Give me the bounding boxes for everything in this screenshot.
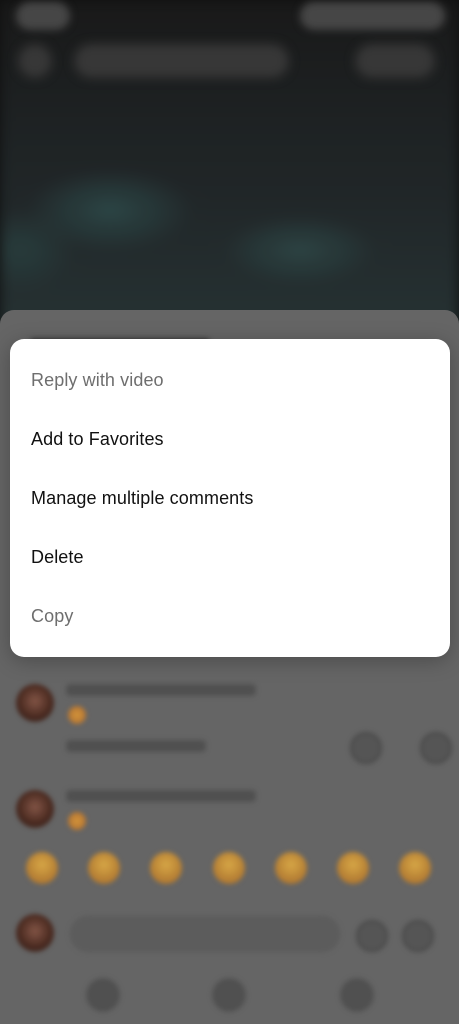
menu-item-add-to-favorites[interactable]: Add to Favorites (10, 410, 450, 469)
menu-item-manage-multiple-comments[interactable]: Manage multiple comments (10, 469, 450, 528)
menu-item-delete[interactable]: Delete (10, 528, 450, 587)
comment-context-menu: Reply with video Add to Favorites Manage… (10, 339, 450, 657)
menu-item-reply-with-video[interactable]: Reply with video (10, 351, 450, 410)
menu-item-copy[interactable]: Copy (10, 587, 450, 646)
